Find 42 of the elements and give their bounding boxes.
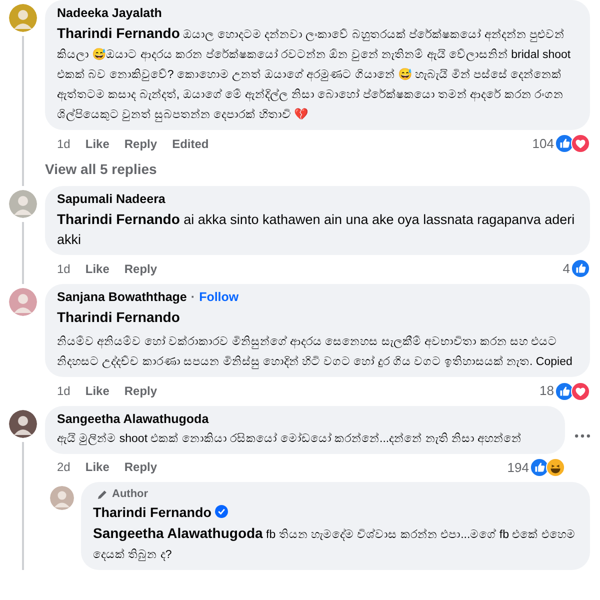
author-name[interactable]: Sanjana Bowaththage — [57, 290, 187, 304]
view-replies-link[interactable]: View all 5 replies — [45, 159, 157, 186]
comment-text: නියම්ව අනියම්ව හෝ වක්රාකාරව මිනිසුන්ගේ ආදරය සෙනෙහස සැලකීම් අවභාවිතා කරන සහ එයට නිදහසට උද්දච්ච කාරණා සපයන මිනිස්සු හොදින් හිටි වගට හෝ දුර ගිය වගට ඉතිහාසයක් නැත. Copied — [57, 334, 574, 371]
author-name[interactable]: Sangeetha Alawathugoda — [57, 412, 209, 426]
more-options-icon[interactable] — [575, 434, 590, 438]
action-link[interactable]: Like — [85, 134, 110, 152]
reaction-count[interactable]: 18 — [540, 381, 554, 401]
comment-time: 2d — [57, 459, 70, 476]
action-link[interactable]: Reply — [124, 458, 158, 476]
comment-time: 1d — [57, 136, 70, 152]
comment-text: Tharindi Fernando ai akka sinto kathawen ain una ake oya lassnata ragapanva aderi akki — [57, 210, 576, 249]
comment-text: Sangeetha Alawathugoda fb තියන හැමදේම විශ්වාස කරන්න එපා...මගේ fb එකේ එහෙම දෙයක් තිබුන ද? — [93, 524, 576, 563]
action-link[interactable]: Like — [85, 260, 110, 278]
reaction-count[interactable]: 4 — [562, 259, 570, 278]
mention-link[interactable]: Tharindi Fernando — [57, 24, 180, 41]
mention-link[interactable]: Tharindi Fernando — [57, 307, 180, 328]
avatar[interactable] — [9, 410, 37, 438]
comment-time: 1d — [57, 383, 70, 400]
edited-label: Edited — [172, 136, 209, 152]
comment-time: 1d — [57, 260, 70, 278]
author-name[interactable]: Tharindi Fernando — [93, 504, 212, 520]
like-icon — [555, 134, 574, 153]
reaction-count[interactable]: 194 — [507, 458, 529, 477]
like-icon — [555, 382, 574, 400]
author-label: Author — [112, 487, 148, 502]
reaction-count[interactable]: 104 — [532, 134, 554, 154]
action-link[interactable]: Reply — [124, 260, 158, 278]
separator-dot: · — [190, 290, 196, 304]
action-link[interactable]: Like — [85, 458, 110, 476]
follow-link[interactable]: Follow — [199, 290, 239, 304]
laughing-emoji-icon — [546, 458, 565, 477]
author-name[interactable]: Nadeeka Jayalath — [57, 6, 162, 20]
author-name[interactable]: Sapumali Nadeera — [57, 192, 166, 206]
action-link[interactable]: Reply — [124, 134, 158, 152]
like-icon — [571, 259, 590, 278]
mention-link[interactable]: Sangeetha Alawathugoda — [93, 524, 263, 541]
mention-link[interactable]: Tharindi Fernando — [57, 211, 180, 227]
action-link[interactable]: Reply — [124, 382, 158, 400]
comment-text: Tharindi Fernando ඔයාල හොදටම දන්නවා ලංකාවේ බහුතරයක් ප්රේක්ෂකයෝ අන්දන්න පුළුවන් කියලා 😅ඔයාට ආදරය කරන ප්රේක්ෂකයෝ රවටන්න ඕන වුනේ නැතිනම් ඇයි වේලාසනින් bridal shoot එකක් බව නොකිවුවේ? කොහොම උනත් ඔයාගේ අරමුණට ගියානේ 😅 හැබැයි මින් පස්සේ දෙන්නෙක් ඇත්තටම කසාද බැන්දත්, ඔයාගේ මේ ඇන්දිල්ල නිසා බොහෝ ප්රේක්ෂකයො තමන් ආදරේ කරන රංගන ශිල්පියෙකුට වුනත් සුබපතන්න දෙපාරක් හිතාවි 💔 — [57, 24, 572, 124]
action-link[interactable]: Like — [85, 382, 110, 400]
comment-text: ඇයි මුලින්ම shoot එකක් නොකියා රසිකයෝ මෝඩයෝ කරන්නේ...දන්නේ නැති නිසා අහන්නේ — [57, 432, 523, 448]
like-icon — [530, 458, 549, 477]
